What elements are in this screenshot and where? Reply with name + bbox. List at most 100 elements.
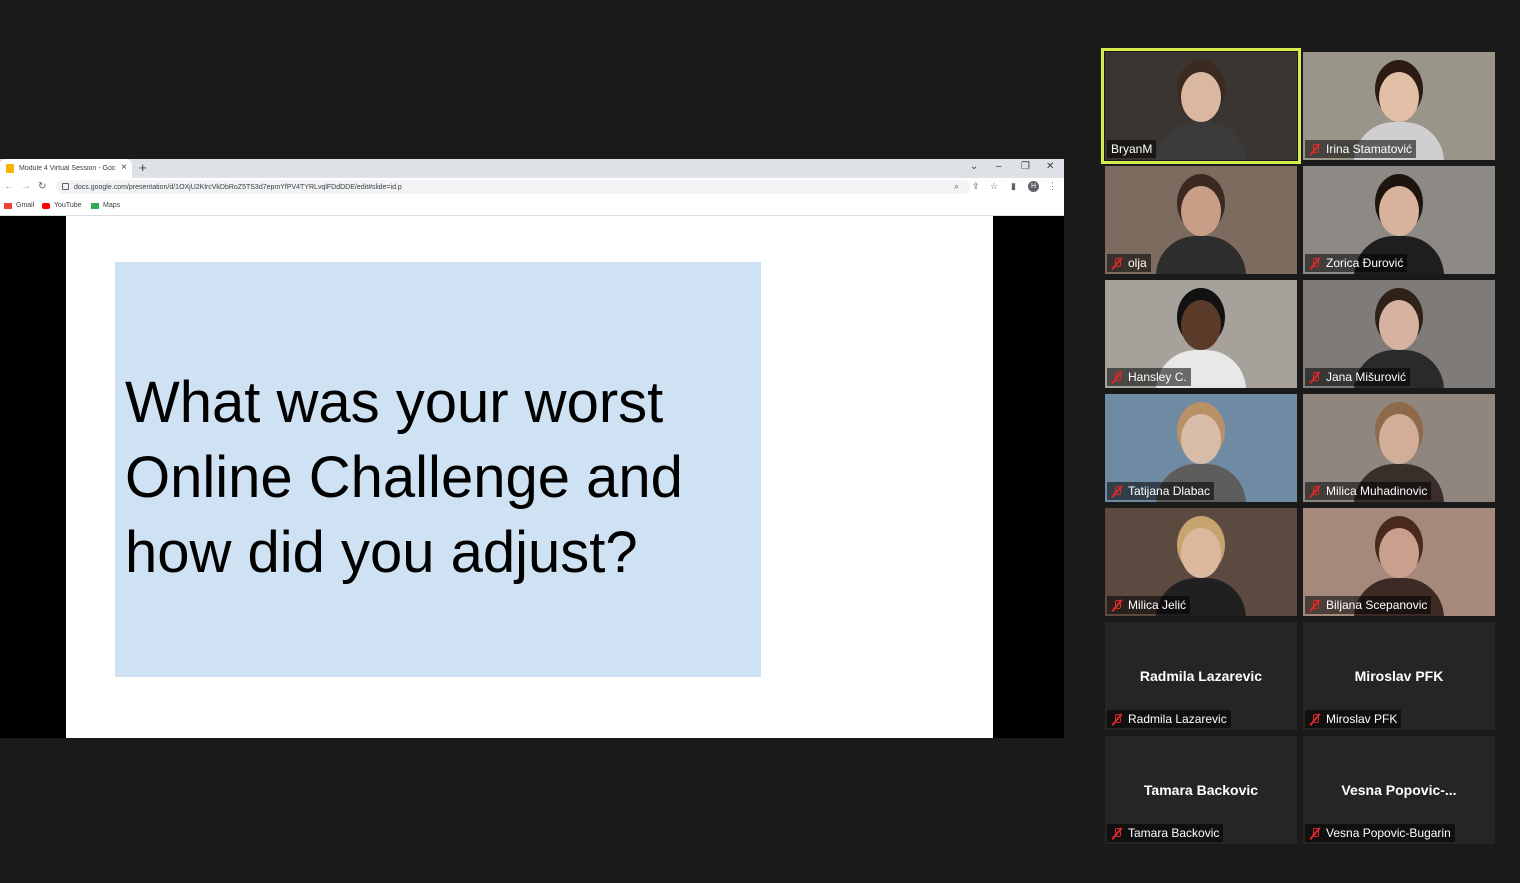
participant-name-label: Tatijana Dlabac (1107, 482, 1215, 500)
participant-name-label: Biljana Scepanovic (1305, 596, 1432, 614)
muted-mic-icon (1111, 485, 1123, 497)
reload-icon[interactable]: ↻ (38, 181, 46, 192)
participant-tile[interactable]: Jana Mišurović (1303, 280, 1495, 388)
shared-screen: Module 4 Virtual Session - Goog × + ⌄ – … (0, 159, 1064, 738)
participant-name: olja (1128, 256, 1147, 270)
bookmark-gmail[interactable]: Gmail (4, 202, 34, 209)
participant-tile[interactable]: Hansley C. (1105, 280, 1297, 388)
participant-display-name: Miroslav PFK (1354, 668, 1444, 684)
muted-mic-icon (1309, 371, 1321, 383)
participant-name: Milica Jelić (1128, 598, 1187, 612)
participant-tile[interactable]: Zorica Đurović (1303, 166, 1495, 274)
participant-head (1181, 300, 1221, 350)
participant-name-label: Jana Mišurović (1305, 368, 1411, 386)
youtube-icon (42, 202, 50, 209)
participant-tile[interactable]: Milica Muhadinovic (1303, 394, 1495, 502)
back-icon[interactable]: ← (4, 181, 14, 192)
participant-name-label: Milica Muhadinovic (1305, 482, 1432, 500)
participant-tile[interactable]: Milica Jelić (1105, 508, 1297, 616)
participant-name-label: olja (1107, 254, 1151, 272)
tab-search-icon[interactable]: ⌄ (970, 161, 978, 172)
participant-tile[interactable]: Tamara Backovic Tamara Backovic (1105, 736, 1297, 844)
muted-mic-icon (1111, 713, 1123, 725)
participant-name-label: Tamara Backovic (1107, 824, 1224, 842)
zoom-icon[interactable]: ⌕ (954, 181, 959, 192)
participant-head (1181, 72, 1221, 122)
participant-body (1156, 236, 1246, 274)
participant-name: Jana Mišurović (1326, 370, 1407, 384)
participant-head (1181, 186, 1221, 236)
lock-icon (62, 183, 69, 190)
participant-tile[interactable]: Tatijana Dlabac (1105, 394, 1297, 502)
participant-head (1379, 528, 1419, 578)
slide: What was your worst Online Challenge and… (66, 216, 993, 738)
participant-tile[interactable]: BryanM (1101, 48, 1301, 164)
participant-name: Zorica Đurović (1326, 256, 1404, 270)
forward-icon[interactable]: → (21, 181, 31, 192)
participant-name: Miroslav PFK (1326, 712, 1398, 726)
new-tab-button[interactable]: + (139, 160, 147, 175)
participant-name: Vesna Popovic-Bugarin (1326, 826, 1451, 840)
participant-tile[interactable]: Radmila Lazarevic Radmila Lazarevic (1105, 622, 1297, 730)
muted-mic-icon (1309, 713, 1321, 725)
participant-name-label: Irina Stamatović (1305, 140, 1417, 158)
browser-tab[interactable]: Module 4 Virtual Session - Goog × (0, 159, 132, 178)
participant-name-label: Radmila Lazarevic (1107, 710, 1231, 728)
participant-name-label: Vesna Popovic-Bugarin (1305, 824, 1455, 842)
browser-tab-bar: Module 4 Virtual Session - Goog × + ⌄ – … (0, 159, 1064, 178)
profile-avatar[interactable]: H (1028, 181, 1039, 192)
participant-silhouette (1156, 174, 1246, 274)
muted-mic-icon (1309, 485, 1321, 497)
muted-mic-icon (1309, 257, 1321, 269)
mouse-cursor-icon (836, 239, 842, 248)
share-icon[interactable]: ⇪ (972, 181, 980, 192)
participant-silhouette (1156, 60, 1246, 160)
participant-name: Milica Muhadinovic (1326, 484, 1428, 498)
participant-display-name: Tamara Backovic (1143, 782, 1259, 798)
participant-name-label: Milica Jelić (1107, 596, 1191, 614)
participant-name: Radmila Lazarevic (1128, 712, 1227, 726)
bookmark-maps[interactable]: Maps (91, 202, 120, 209)
bookmark-label: YouTube (54, 202, 82, 209)
bookmarks-bar: Gmail YouTube Maps (0, 196, 1064, 216)
muted-mic-icon (1309, 143, 1321, 155)
tab-title: Module 4 Virtual Session - Goog (19, 165, 115, 172)
participant-head (1379, 186, 1419, 236)
participant-body (1156, 122, 1246, 160)
participant-name: Biljana Scepanovic (1326, 598, 1428, 612)
bookmark-star-icon[interactable]: ☆ (990, 181, 998, 192)
participant-name: Irina Stamatović (1326, 142, 1413, 156)
participant-tile[interactable]: Biljana Scepanovic (1303, 508, 1495, 616)
restore-icon[interactable]: ❐ (1021, 161, 1030, 172)
participant-name-label: BryanM (1107, 140, 1157, 158)
participant-name: Hansley C. (1128, 370, 1187, 384)
gmail-icon (4, 202, 12, 209)
tab-close-icon[interactable]: × (121, 162, 127, 173)
participant-head (1181, 528, 1221, 578)
muted-mic-icon (1111, 827, 1123, 839)
participant-tile[interactable]: Irina Stamatović (1303, 52, 1495, 160)
close-window-icon[interactable]: ✕ (1046, 161, 1054, 172)
participant-head (1181, 414, 1221, 464)
participant-tile[interactable]: Vesna Popovic-... Vesna Popovic-Bugarin (1303, 736, 1495, 844)
participant-name: BryanM (1111, 142, 1153, 156)
url-text: docs.google.com/presentation/d/1OXjU2Klr… (74, 183, 402, 191)
address-bar[interactable]: docs.google.com/presentation/d/1OXjU2Klr… (56, 180, 970, 194)
participant-tile[interactable]: olja (1105, 166, 1297, 274)
minimize-icon[interactable]: – (996, 161, 1002, 172)
participant-head (1379, 300, 1419, 350)
muted-mic-icon (1309, 827, 1321, 839)
participant-head (1379, 414, 1419, 464)
participant-name-label: Miroslav PFK (1305, 710, 1402, 728)
side-panel-icon[interactable]: ▮ (1011, 181, 1016, 192)
bookmark-label: Maps (103, 202, 121, 209)
presentation-area: What was your worst Online Challenge and… (0, 216, 1064, 738)
participant-tile[interactable]: Miroslav PFK Miroslav PFK (1303, 622, 1495, 730)
participant-display-name: Vesna Popovic-... (1341, 782, 1457, 798)
bookmark-youtube[interactable]: YouTube (42, 202, 82, 209)
participant-name-label: Hansley C. (1107, 368, 1191, 386)
menu-kebab-icon[interactable]: ⋮ (1048, 181, 1057, 192)
participant-name: Tamara Backovic (1128, 826, 1220, 840)
maps-icon (91, 202, 99, 209)
bookmark-label: Gmail (16, 202, 35, 209)
